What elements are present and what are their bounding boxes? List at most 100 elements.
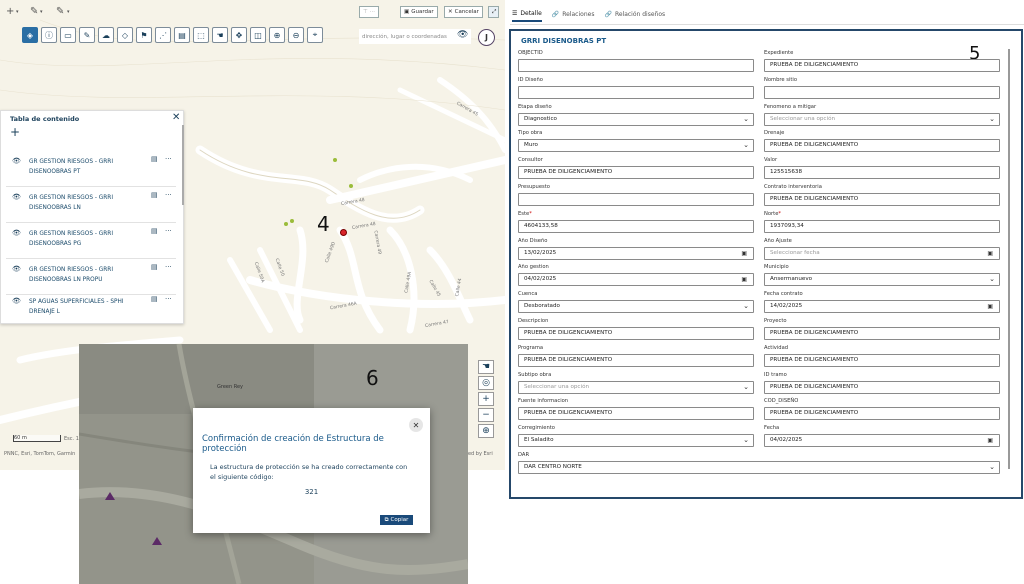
table-icon[interactable]: ▤: [151, 263, 158, 271]
input-programa[interactable]: PRUEBA DE DILIGENCIAMIENTO: [518, 353, 754, 367]
layer-item[interactable]: 👁 GR GESTION RIESGOS - GRRI DISENOOBRAS …: [6, 223, 176, 259]
reshape-button[interactable]: ✎: [56, 5, 64, 19]
add-layer-button[interactable]: +: [10, 125, 20, 139]
calendar-icon[interactable]: ▣: [987, 435, 993, 446]
select-subtipo-obra[interactable]: Seleccionar una opción ⌄: [518, 380, 754, 394]
chevron-down-icon[interactable]: ▾: [40, 5, 43, 19]
close-icon[interactable]: ✕: [172, 112, 180, 123]
input-id-tramo[interactable]: PRUEBA DE DILIGENCIAMIENTO: [764, 380, 1000, 394]
search-input[interactable]: dirección, lugar o coordenadas: [359, 29, 471, 44]
date-ano-gestion[interactable]: 04/02/2025 ▣: [518, 273, 754, 287]
input-valor[interactable]: 125515638: [764, 166, 1000, 180]
input-norte[interactable]: 1937093,34: [764, 219, 1000, 233]
input-nombre-sitio[interactable]: [764, 85, 1000, 99]
input-actividad[interactable]: PRUEBA DE DILIGENCIAMIENTO: [764, 353, 1000, 367]
fullscreen-button[interactable]: ⤢: [488, 6, 499, 18]
feature-point[interactable]: [284, 222, 288, 226]
eye-icon[interactable]: 👁: [12, 297, 21, 305]
measure-tool[interactable]: ⋰: [155, 27, 171, 43]
chevron-down-icon[interactable]: ⌄: [743, 140, 749, 151]
select-cuenca[interactable]: Desboratado ⌄: [518, 300, 754, 314]
calendar-icon[interactable]: ▣: [987, 248, 993, 259]
input-fuente-informacion[interactable]: PRUEBA DE DILIGENCIAMIENTO: [518, 407, 754, 421]
chevron-down-icon[interactable]: ▾: [67, 5, 70, 19]
eye-icon[interactable]: 👁: [12, 157, 21, 165]
erase-tool[interactable]: ◇: [117, 27, 133, 43]
layers-tool[interactable]: ◈: [22, 27, 38, 43]
zoom-out-button[interactable]: −: [478, 408, 494, 422]
date-fecha-contrato[interactable]: 14/02/2025 ▣: [764, 300, 1000, 314]
tab-relacion-disenos[interactable]: 🔗 Relación diseños: [604, 11, 665, 21]
tab-detalle[interactable]: ☰ Detalle: [512, 10, 542, 22]
date-ano-ajuste[interactable]: Seleccionar fecha ▣: [764, 246, 1000, 260]
table-icon[interactable]: ▤: [151, 227, 158, 235]
eye-icon[interactable]: 👁: [12, 193, 21, 201]
tab-relaciones[interactable]: 🔗 Relaciones: [552, 11, 595, 21]
move-tool[interactable]: ✥: [231, 27, 247, 43]
location-tool[interactable]: ⌖: [307, 27, 323, 43]
layer-item[interactable]: 👁 GR GESTION RIESGOS - GRRI DISENOOBRAS …: [6, 259, 176, 295]
info-tool[interactable]: ⓘ: [41, 27, 57, 43]
add-feature-button[interactable]: +: [6, 5, 14, 19]
date-fecha[interactable]: 04/02/2025 ▣: [764, 434, 1000, 448]
more-icon[interactable]: ···: [165, 227, 172, 235]
chevron-down-icon[interactable]: ⌄: [989, 274, 995, 285]
form-scrollbar[interactable]: [1008, 49, 1010, 469]
input-proyecto[interactable]: PRUEBA DE DILIGENCIAMIENTO: [764, 327, 1000, 340]
select-tool[interactable]: ⬚: [193, 27, 209, 43]
copy-button[interactable]: ⧉ Copiar: [380, 515, 413, 525]
pan-tool[interactable]: ☚: [212, 27, 228, 43]
save-button[interactable]: ▣ Guardar: [400, 6, 438, 18]
layer-item[interactable]: 👁 GR GESTION RIESGOS - GRRI DISENOOBRAS …: [6, 151, 176, 187]
calendar-icon[interactable]: ▣: [987, 301, 993, 312]
input-objectid[interactable]: [518, 59, 754, 72]
date-ano-diseno[interactable]: 13/02/2025 ▣: [518, 246, 754, 260]
input-id-diseno[interactable]: [518, 85, 754, 99]
comment-tool[interactable]: ☁: [98, 27, 114, 43]
calendar-icon[interactable]: ▣: [741, 248, 747, 259]
calendar-icon[interactable]: ▣: [741, 274, 747, 285]
chevron-down-icon[interactable]: ⌄: [989, 114, 995, 125]
pan-button[interactable]: ☚: [478, 360, 494, 374]
draw-tool[interactable]: ✎: [79, 27, 95, 43]
table-icon[interactable]: ▤: [151, 295, 158, 303]
chevron-down-icon[interactable]: ⌄: [743, 114, 749, 125]
table-icon[interactable]: ▤: [151, 155, 158, 163]
eye-icon[interactable]: 👁: [12, 265, 21, 273]
more-icon[interactable]: ···: [165, 155, 172, 163]
avatar[interactable]: J: [478, 29, 495, 46]
more-options-button[interactable]: ⊤ ···: [359, 6, 380, 18]
cancel-button[interactable]: ✕ Cancelar: [444, 6, 483, 18]
close-icon[interactable]: ✕: [409, 418, 423, 432]
zoom-in-tool[interactable]: ⊕: [269, 27, 285, 43]
chevron-down-icon[interactable]: ⌄: [743, 435, 749, 446]
input-cod-diseno[interactable]: PRUEBA DE DILIGENCIAMIENTO: [764, 407, 1000, 421]
feature-point[interactable]: [290, 219, 294, 223]
zoom-in-button[interactable]: +: [478, 392, 494, 406]
select-etapa-diseno[interactable]: Diagnostico ⌄: [518, 112, 754, 126]
more-icon[interactable]: ···: [165, 295, 172, 303]
toc-scrollbar[interactable]: [182, 125, 184, 205]
input-expediente[interactable]: PRUEBA DE DILIGENCIAMIENTO: [764, 59, 1000, 72]
chevron-down-icon[interactable]: ▾: [16, 5, 19, 19]
chevron-down-icon[interactable]: ⌄: [743, 382, 749, 393]
chevron-down-icon[interactable]: ⌄: [743, 301, 749, 312]
more-icon[interactable]: ···: [165, 191, 172, 199]
locate-button[interactable]: ⊕: [478, 424, 494, 438]
selected-feature-marker[interactable]: [340, 229, 347, 236]
table-tool[interactable]: ▭: [60, 27, 76, 43]
select-fenomeno-a-mitigar[interactable]: Seleccionar una opción ⌄: [764, 112, 1000, 126]
input-presupuesto[interactable]: [518, 193, 754, 206]
edit-feature-button[interactable]: ✎: [30, 5, 38, 19]
flag-tool[interactable]: ⚑: [136, 27, 152, 43]
layer-item[interactable]: 👁 GR GESTION RIESGOS - GRRI DISENOOBRAS …: [6, 187, 176, 223]
select-tipo-obra[interactable]: Muro ⌄: [518, 139, 754, 153]
zoom-out-tool[interactable]: ⊖: [288, 27, 304, 43]
input-contrato-interventoria[interactable]: PRUEBA DE DILIGENCIAMIENTO: [764, 193, 1000, 206]
basemap-button[interactable]: ◎: [478, 376, 494, 390]
print-tool[interactable]: ▤: [174, 27, 190, 43]
select-corregimiento[interactable]: El Saladito ⌄: [518, 434, 754, 448]
chevron-down-icon[interactable]: ⌄: [989, 462, 995, 473]
feature-point[interactable]: [349, 184, 353, 188]
layer-item[interactable]: 👁 SP AGUAS SUPERFICIALES - SPHI DRENAJE …: [6, 291, 176, 327]
